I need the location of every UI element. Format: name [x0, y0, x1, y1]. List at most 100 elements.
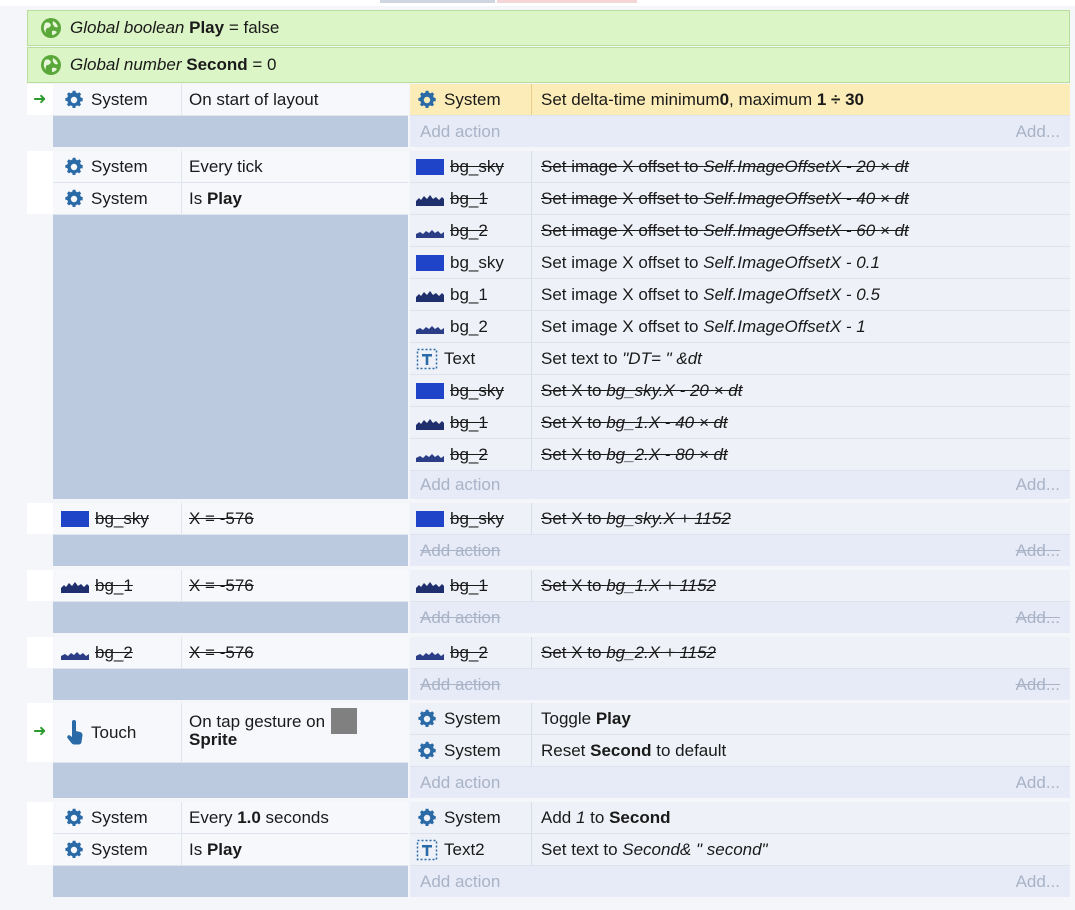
condition-area[interactable] [53, 601, 408, 633]
add-action-link[interactable]: Add action [420, 669, 500, 700]
action-row-disabled[interactable]: bg_sky Set X to bg_sky.X + 1152 [410, 503, 1070, 535]
mountain-sprite-icon [416, 229, 444, 238]
action-object: bg_sky [450, 156, 504, 176]
add-action-link[interactable]: Add action [420, 469, 500, 500]
action-text: Set X to bg_2.X - 80 × dt [541, 444, 728, 464]
event-2[interactable]: System Every tick System Is Play bg_sky … [27, 151, 1070, 499]
add-more-link[interactable]: Add... [1016, 767, 1060, 798]
condition-row[interactable]: System Every tick [53, 151, 408, 183]
mountain-sprite-icon [416, 418, 444, 430]
global-var-play[interactable]: Global boolean Play = false [27, 10, 1070, 46]
action-text: Toggle Play [541, 708, 631, 728]
mountain-sprite-icon [416, 290, 444, 302]
global-name: Second [186, 55, 248, 74]
event-7[interactable]: System Every 1.0 seconds System Is Play … [27, 802, 1070, 897]
condition-text: On start of layout [189, 89, 319, 109]
action-text: Set image X offset to Self.ImageOffsetX … [541, 156, 909, 176]
condition-text: X = -576 [189, 508, 254, 528]
add-action-row[interactable]: Add action Add... [410, 535, 1070, 566]
event-6[interactable]: ➜ Touch On tap gesture on Sprite System … [27, 703, 1070, 798]
condition-row[interactable]: bg_2 X = -576 [53, 637, 408, 669]
add-more-link[interactable]: Add... [1016, 669, 1060, 700]
add-action-row[interactable]: Add action Add... [410, 469, 1070, 500]
touch-hand-icon [67, 719, 83, 745]
add-action-link[interactable]: Add action [420, 535, 500, 566]
action-row[interactable]: System Toggle Play [410, 703, 1070, 735]
add-more-link[interactable]: Add... [1016, 469, 1060, 500]
condition-row[interactable]: Touch On tap gesture on Sprite [53, 703, 408, 763]
add-action-link[interactable]: Add action [420, 866, 500, 897]
global-value: = 0 [252, 55, 277, 74]
action-row[interactable]: bg_sky Set image X offset to Self.ImageO… [410, 247, 1070, 279]
condition-area[interactable] [53, 762, 408, 798]
globe-icon [41, 55, 61, 75]
event-4-disabled[interactable]: bg_1 X = -576 bg_1 Set X to bg_1.X + 115… [27, 570, 1070, 633]
mountain-sprite-icon [416, 453, 444, 462]
add-action-row[interactable]: Add action Add... [410, 116, 1070, 147]
system-gear-icon [65, 90, 83, 108]
mountain-sprite-icon [416, 651, 444, 660]
action-text: Set X to bg_2.X + 1152 [541, 642, 717, 662]
condition-row[interactable]: System Is Play [53, 834, 408, 866]
condition-row[interactable]: bg_1 X = -576 [53, 570, 408, 602]
add-more-link[interactable]: Add... [1016, 116, 1060, 147]
add-more-link[interactable]: Add... [1016, 602, 1060, 633]
action-text: Set image X offset to Self.ImageOffsetX … [541, 220, 909, 240]
action-row-disabled[interactable]: bg_2 Set X to bg_2.X - 80 × dt [410, 439, 1070, 471]
add-more-link[interactable]: Add... [1016, 866, 1060, 897]
add-action-row[interactable]: Add action Add... [410, 602, 1070, 633]
condition-area[interactable] [53, 534, 408, 566]
condition-row[interactable]: System Every 1.0 seconds [53, 802, 408, 834]
global-var-second[interactable]: Global number Second = 0 [27, 47, 1070, 83]
system-gear-icon [65, 157, 83, 175]
action-row-selected[interactable]: System Set delta-time minimum 0, maximum… [410, 84, 1070, 116]
add-action-link[interactable]: Add action [420, 602, 500, 633]
condition-area[interactable] [53, 865, 408, 897]
action-row[interactable]: Text2 Set text to Second& " second" [410, 834, 1070, 866]
action-row[interactable]: System Reset Second to default [410, 735, 1070, 767]
action-row[interactable]: bg_1 Set image X offset to Self.ImageOff… [410, 279, 1070, 311]
mountain-sprite-icon [416, 325, 444, 334]
add-action-row[interactable]: Add action Add... [410, 866, 1070, 897]
add-action-row[interactable]: Add action Add... [410, 669, 1070, 700]
action-object: bg_1 [450, 188, 488, 208]
add-action-row[interactable]: Add action Add... [410, 767, 1070, 798]
sky-sprite-icon [416, 382, 444, 399]
action-text: Set text to Second& " second" [541, 839, 768, 859]
add-action-link[interactable]: Add action [420, 767, 500, 798]
action-text: Set image X offset to Self.ImageOffsetX … [541, 316, 866, 336]
condition-row[interactable]: System On start of layout [53, 84, 408, 116]
condition-object: bg_1 [95, 575, 133, 595]
condition-area[interactable] [53, 668, 408, 700]
condition-row[interactable]: bg_sky X = -576 [53, 503, 408, 535]
action-object: bg_sky [450, 252, 504, 272]
action-object: Text [444, 348, 476, 368]
condition-object: bg_2 [95, 642, 133, 662]
condition-area[interactable] [53, 115, 408, 147]
action-row[interactable]: Text Set text to "DT= " &dt [410, 343, 1070, 375]
action-row-disabled[interactable]: bg_sky Set X to bg_sky.X - 20 × dt [410, 375, 1070, 407]
mountain-sprite-icon [416, 581, 444, 593]
action-row-disabled[interactable]: bg_2 Set image X offset to Self.ImageOff… [410, 215, 1070, 247]
action-row[interactable]: bg_2 Set image X offset to Self.ImageOff… [410, 311, 1070, 343]
condition-row[interactable]: System Is Play [53, 183, 408, 215]
action-row[interactable]: System Add 1 to Second [410, 802, 1070, 834]
global-type: Global boolean [70, 18, 185, 37]
system-gear-icon [418, 90, 436, 108]
event-5-disabled[interactable]: bg_2 X = -576 bg_2 Set X to bg_2.X + 115… [27, 637, 1070, 700]
add-action-link[interactable]: Add action [420, 116, 500, 147]
action-object: bg_1 [450, 412, 488, 432]
global-type: Global number [70, 55, 182, 74]
action-row-disabled[interactable]: bg_sky Set image X offset to Self.ImageO… [410, 151, 1070, 183]
action-row-disabled[interactable]: bg_2 Set X to bg_2.X + 1152 [410, 637, 1070, 669]
add-more-link[interactable]: Add... [1016, 535, 1060, 566]
event-1[interactable]: ➜ System On start of layout System Set d… [27, 84, 1070, 147]
action-row-disabled[interactable]: bg_1 Set X to bg_1.X - 40 × dt [410, 407, 1070, 439]
condition-object: System [91, 188, 148, 208]
action-row-disabled[interactable]: bg_1 Set X to bg_1.X + 1152 [410, 570, 1070, 602]
condition-area[interactable] [53, 214, 408, 499]
condition-text: Every 1.0 seconds [189, 807, 329, 827]
event-3-disabled[interactable]: bg_sky X = -576 bg_sky Set X to bg_sky.X… [27, 503, 1070, 566]
globe-icon [41, 18, 61, 38]
action-row-disabled[interactable]: bg_1 Set image X offset to Self.ImageOff… [410, 183, 1070, 215]
